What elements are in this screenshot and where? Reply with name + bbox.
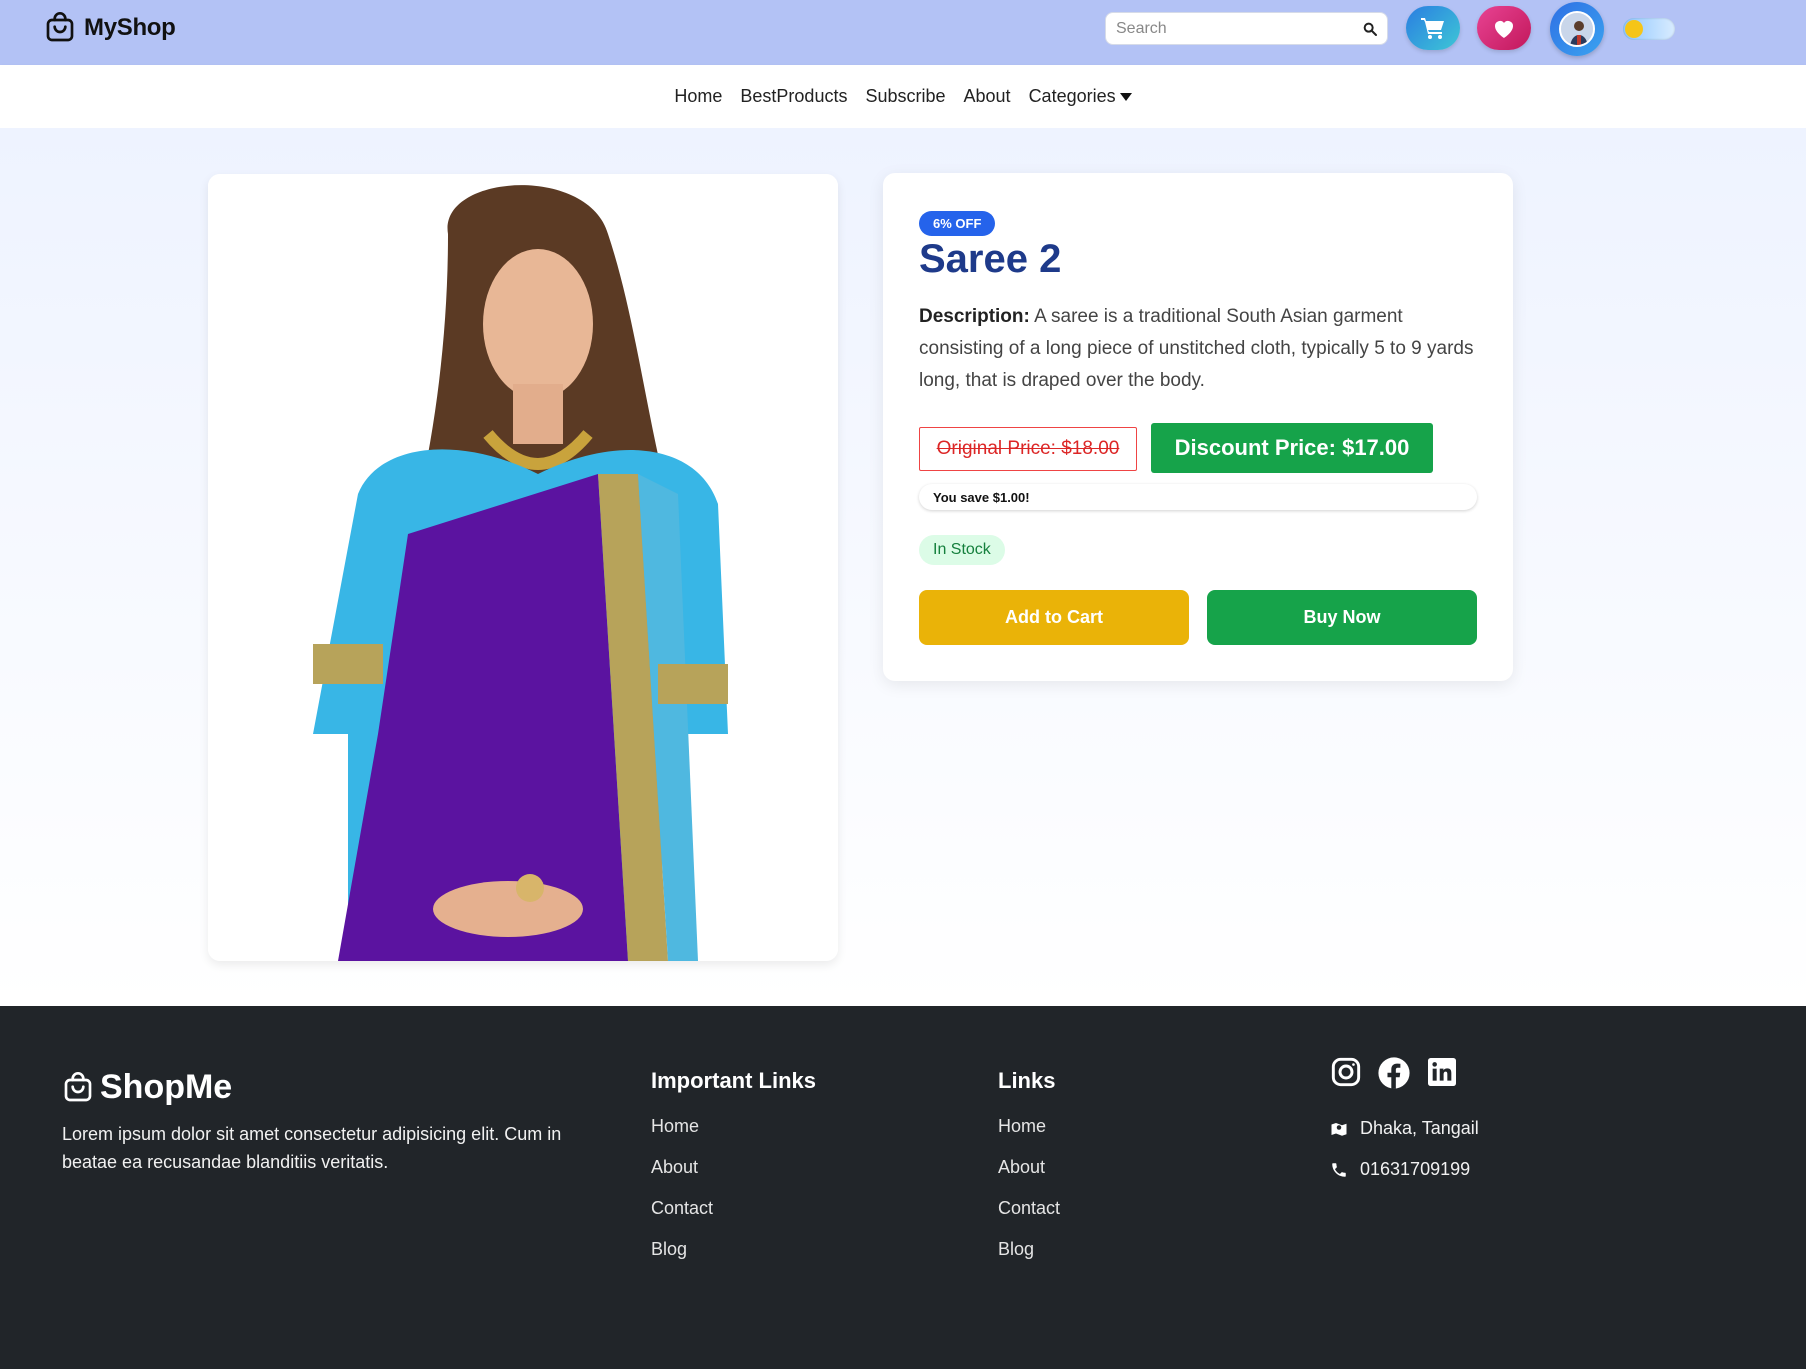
footer-link-about[interactable]: About: [651, 1147, 816, 1188]
caret-down-icon: [1119, 92, 1132, 101]
footer: ShopMe Lorem ipsum dolor sit amet consec…: [0, 1006, 1806, 1369]
buy-now-button[interactable]: Buy Now: [1207, 590, 1477, 645]
sun-icon: [1625, 20, 1643, 38]
nav-best-products[interactable]: BestProducts: [740, 86, 847, 107]
footer-link-home[interactable]: Home: [998, 1106, 1060, 1147]
nav-home[interactable]: Home: [674, 86, 722, 107]
original-price: Original Price: $18.00: [919, 427, 1137, 471]
footer-link-contact[interactable]: Contact: [651, 1188, 816, 1229]
footer-link-contact[interactable]: Contact: [998, 1188, 1060, 1229]
main-nav: Home BestProducts Subscribe About Catego…: [0, 65, 1806, 128]
description-label: Description:: [919, 306, 1030, 327]
search-icon[interactable]: [1353, 12, 1387, 45]
social-links: [1330, 1056, 1458, 1090]
instagram-icon[interactable]: [1330, 1056, 1362, 1088]
phone-row: 01631709199: [1330, 1159, 1470, 1180]
savings-note: You save $1.00!: [919, 484, 1477, 510]
product-image: [208, 174, 838, 961]
phone-icon: [1332, 1162, 1346, 1177]
facebook-icon[interactable]: [1377, 1056, 1411, 1090]
nav-subscribe[interactable]: Subscribe: [865, 86, 945, 107]
address-text: Dhaka, Tangail: [1360, 1118, 1479, 1138]
product-title: Saree 2: [919, 237, 1062, 281]
important-links-column: Important Links Home About Contact Blog: [651, 1068, 816, 1270]
important-links-heading: Important Links: [651, 1068, 817, 1093]
brand-name: MyShop: [84, 14, 176, 41]
footer-brand[interactable]: ShopMe: [62, 1068, 232, 1107]
footer-brand-name: ShopMe: [100, 1068, 233, 1106]
links-heading: Links: [998, 1068, 1056, 1093]
heart-icon: [1495, 20, 1513, 38]
discount-badge: 6% OFF: [919, 211, 996, 236]
avatar-image: [1559, 11, 1595, 47]
user-avatar[interactable]: [1550, 2, 1604, 56]
map-icon: [1331, 1122, 1347, 1136]
phone-text: 01631709199: [1360, 1159, 1471, 1179]
footer-description: Lorem ipsum dolor sit amet consectetur a…: [62, 1124, 562, 1172]
search-input[interactable]: [1106, 19, 1353, 38]
footer-link-blog[interactable]: Blog: [998, 1229, 1060, 1270]
search-box: [1105, 12, 1388, 45]
nav-categories-label: Categories: [1028, 86, 1116, 106]
nav-categories-dropdown[interactable]: Categories: [1029, 86, 1132, 107]
theme-toggle[interactable]: [1623, 18, 1675, 40]
linkedin-icon[interactable]: [1426, 1056, 1458, 1088]
product-image-card: [208, 174, 838, 961]
add-to-cart-button[interactable]: Add to Cart: [919, 590, 1189, 645]
footer-link-home[interactable]: Home: [651, 1106, 816, 1147]
shopping-bag-icon: [46, 12, 74, 42]
footer-link-about[interactable]: About: [998, 1147, 1060, 1188]
wishlist-button[interactable]: [1477, 6, 1531, 50]
footer-link-blog[interactable]: Blog: [651, 1229, 816, 1270]
stock-status-badge: In Stock: [919, 535, 1005, 565]
address-row: Dhaka, Tangail: [1330, 1118, 1479, 1139]
nav-about[interactable]: About: [964, 86, 1011, 107]
links-column: Links Home About Contact Blog: [998, 1068, 1060, 1270]
cart-button[interactable]: [1406, 6, 1460, 50]
brand-logo[interactable]: MyShop: [44, 12, 176, 44]
top-bar: MyShop: [0, 0, 1806, 65]
discount-price: Discount Price: $17.00: [1151, 423, 1433, 473]
product-info-card: 6% OFF Saree 2 Description: A saree is a…: [883, 173, 1513, 681]
shopping-bag-icon: [64, 1071, 92, 1101]
cart-icon: [1421, 18, 1444, 39]
product-description: Description: A saree is a traditional So…: [919, 301, 1479, 397]
